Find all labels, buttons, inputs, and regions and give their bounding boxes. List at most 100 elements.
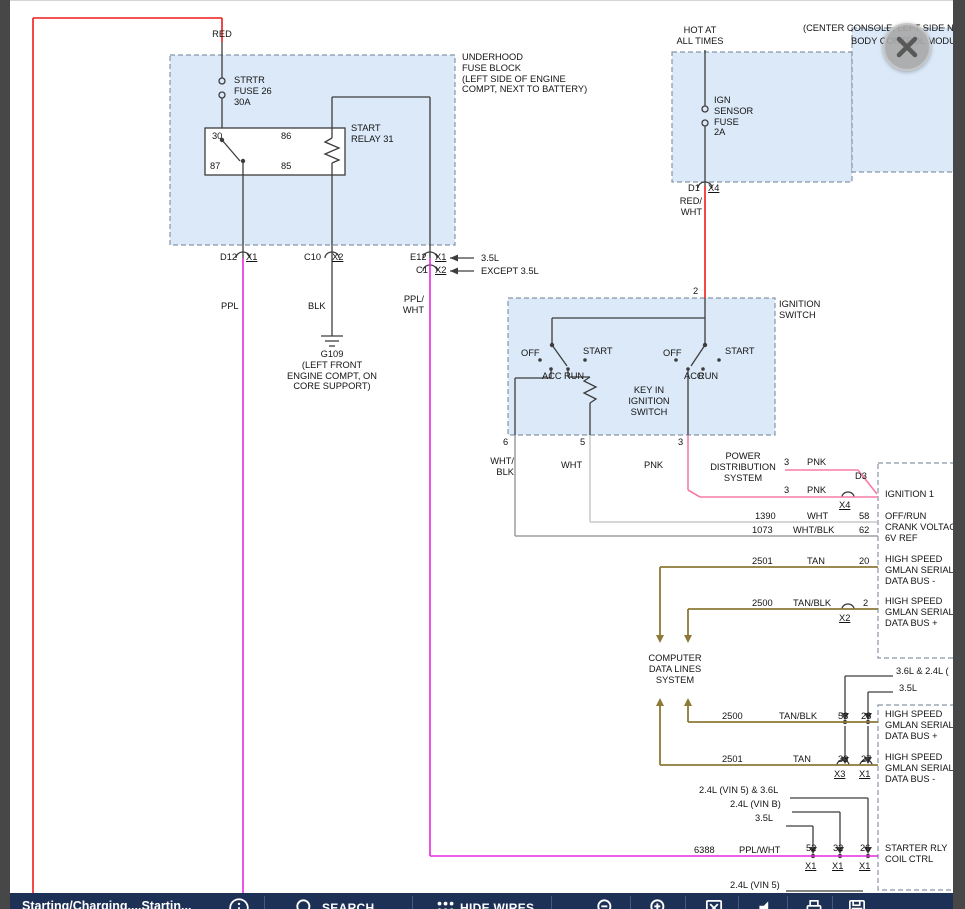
label-pin-53: 53: [838, 711, 848, 722]
label-ignition-1: IGNITION 1: [885, 489, 934, 500]
label-wht-a: WHT: [561, 460, 582, 471]
junctions-and-arrows: [220, 138, 872, 858]
audio-button[interactable]: [755, 897, 777, 909]
label-run-2: RUN: [698, 371, 718, 382]
label-relay-87: 87: [210, 161, 220, 172]
label-ckt-2500-a: 2500: [752, 598, 773, 609]
label-blk: BLK: [308, 301, 326, 312]
label-pin-20: 20: [859, 556, 869, 567]
info-icon[interactable]: [228, 897, 250, 909]
label-pin-6: 6: [503, 437, 508, 448]
save-button[interactable]: [846, 897, 868, 909]
label-ckt-3-b: 3: [784, 485, 789, 496]
label-d12: D12: [220, 252, 237, 263]
toolbar-divider: [264, 896, 265, 909]
window-top-edge: [10, 0, 953, 1]
label-start-relay: START RELAY 31: [351, 123, 394, 145]
label-24l-vin5-36l: 2.4L (VIN 5) & 3.6L: [699, 785, 778, 796]
label-pnk-a: PNK: [644, 460, 663, 471]
search-icon[interactable]: [294, 897, 316, 909]
search-button[interactable]: SEARCH: [322, 901, 374, 909]
label-underhood: UNDERHOOD FUSE BLOCK (LEFT SIDE OF ENGIN…: [462, 52, 587, 95]
fit-screen-button[interactable]: [703, 897, 725, 909]
label-x1-b: X1: [435, 252, 446, 263]
label-pplwht-a: PPL/ WHT: [392, 294, 424, 316]
label-24l-vinb: 2.4L (VIN B): [730, 799, 781, 810]
label-gmlan-minus-a: HIGH SPEED GMLAN SERIAL DATA BUS -: [885, 554, 954, 586]
label-35l-b: 3.5L: [899, 683, 917, 694]
hide-wires-button[interactable]: HIDE WIRES: [460, 901, 534, 909]
toolbar-divider: [787, 896, 788, 909]
label-tanblk-b: TAN/BLK: [779, 711, 817, 722]
label-gmlan-plus-a: HIGH SPEED GMLAN SERIAL DATA BUS +: [885, 596, 954, 628]
label-x3: X3: [834, 769, 845, 780]
label-redwht: RED/ WHT: [676, 196, 702, 218]
label-center-console: (CENTER CONSOLE, LEFT SIDE NEA: [803, 23, 955, 34]
toolbar-divider: [412, 896, 413, 909]
label-pin-5: 5: [580, 437, 585, 448]
toolbar-divider: [551, 896, 552, 909]
label-24l-vin5-bottom: 2.4L (VIN 5): [730, 880, 780, 891]
label-x2-a: X2: [332, 252, 343, 263]
label-ckt-2501-a: 2501: [752, 556, 773, 567]
label-c10: C10: [304, 252, 321, 263]
window-frame-right: [953, 0, 965, 909]
label-ckt-6388: 6388: [694, 845, 715, 856]
label-relay-85: 85: [281, 161, 291, 172]
label-35l-a: 3.5L: [481, 253, 499, 264]
zoom-out-button[interactable]: [595, 897, 617, 909]
wiring-diagram: [0, 0, 965, 909]
label-x4-b: X4: [839, 500, 850, 511]
diagram-viewer-window: RED UNDERHOOD FUSE BLOCK (LEFT SIDE OF E…: [0, 0, 965, 909]
label-pin-28: 28: [861, 711, 871, 722]
label-35l-c: 3.5L: [755, 813, 773, 824]
label-whtblk-b: WHT/BLK: [793, 525, 834, 536]
label-computer-data-lines: COMPUTER DATA LINES SYSTEM: [637, 653, 713, 685]
label-key-in-ignition: KEY IN IGNITION SWITCH: [618, 385, 680, 417]
label-acc-1: ACC: [542, 371, 562, 382]
label-pnk-2: PNK: [807, 485, 826, 496]
ign-sensor-fuse-box: [672, 52, 852, 182]
label-starter-rly-coil: STARTER RLY COIL CTRL: [885, 843, 948, 865]
label-whtblk-a: WHT/ BLK: [484, 456, 514, 478]
label-offrun-crank: OFF/RUN CRANK VOLTAG 6V REF: [885, 511, 956, 543]
label-pin-2-bcm: 2: [863, 598, 868, 609]
hide-wires-icon[interactable]: [434, 897, 456, 909]
start-relay-body: [205, 128, 345, 175]
label-relay-30: 30: [212, 131, 222, 142]
label-36l-24l: 3.6L & 2.4L (: [896, 666, 956, 677]
label-x2-c: X2: [839, 613, 850, 624]
label-pplwht-b: PPL/WHT: [739, 845, 780, 856]
print-button[interactable]: [803, 897, 825, 909]
label-gmlan-plus-b: HIGH SPEED GMLAN SERIAL DATA BUS +: [885, 709, 954, 741]
label-tan-b: TAN: [793, 754, 811, 765]
label-x1-a: X1: [246, 252, 257, 263]
label-ckt-2501-b: 2501: [722, 754, 743, 765]
label-x4-a: X4: [708, 183, 719, 194]
label-ckt-3-a: 3: [784, 457, 789, 468]
label-gmlan-minus-b: HIGH SPEED GMLAN SERIAL DATA BUS -: [885, 752, 954, 784]
toolbar-divider: [832, 896, 833, 909]
label-g109: G109 (LEFT FRONT ENGINE COMPT, ON CORE S…: [280, 349, 384, 392]
close-button[interactable]: [883, 23, 931, 71]
label-start-1: START: [583, 346, 613, 357]
label-start-2: START: [725, 346, 755, 357]
toolbar-divider: [738, 896, 739, 909]
close-icon: [885, 25, 929, 69]
label-ckt-1073: 1073: [752, 525, 773, 536]
label-d1: D1: [688, 183, 700, 194]
label-relay-86: 86: [281, 131, 291, 142]
label-pin-33: 33: [838, 754, 848, 765]
label-pin-27: 27: [861, 754, 871, 765]
label-red: RED: [203, 29, 241, 40]
label-pin-52: 52: [806, 843, 816, 854]
label-pin-62: 62: [859, 525, 869, 536]
label-pnk-1: PNK: [807, 457, 826, 468]
toolbar-divider: [630, 896, 631, 909]
label-strtr-fuse: STRTR FUSE 26 30A: [234, 75, 272, 107]
toolbar-divider: [685, 896, 686, 909]
zoom-in-button[interactable]: [648, 897, 670, 909]
label-run-1: RUN: [564, 371, 584, 382]
label-d3: D3: [855, 471, 867, 482]
label-ckt-2500-b: 2500: [722, 711, 743, 722]
